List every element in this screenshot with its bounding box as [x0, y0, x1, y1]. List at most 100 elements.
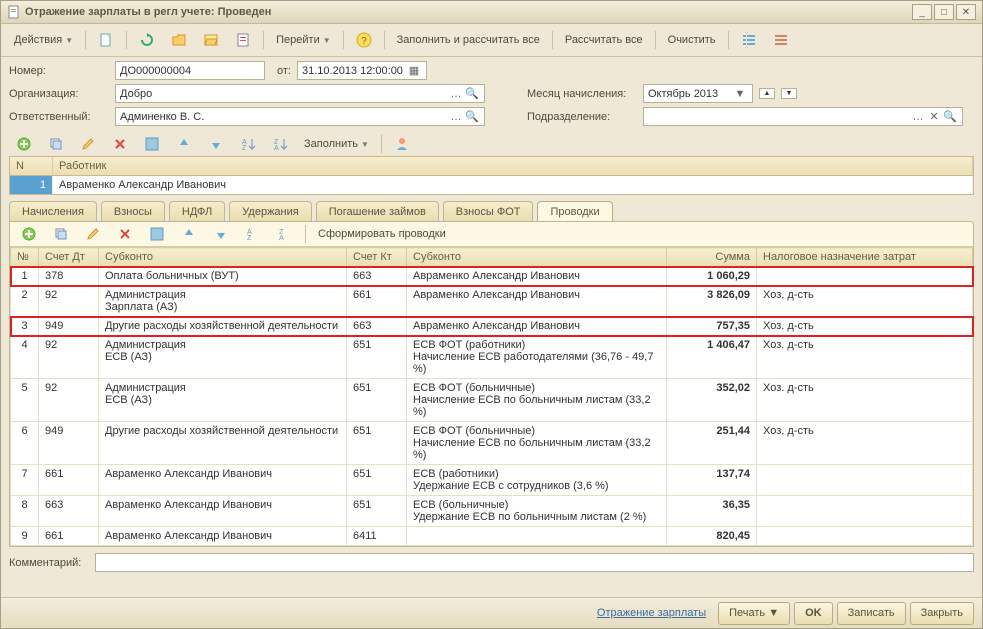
close-button[interactable]: Закрыть	[910, 602, 974, 625]
tab-accruals[interactable]: Начисления	[9, 201, 97, 221]
resp-label: Ответственный:	[9, 111, 109, 123]
entry-row[interactable]: 3949Другие расходы хозяйственной деятель…	[11, 317, 973, 336]
col-sum[interactable]: Сумма	[667, 248, 757, 267]
tab-contributions[interactable]: Взносы	[101, 201, 165, 221]
actions-menu[interactable]: Действия▼	[7, 28, 80, 52]
add-row-button[interactable]	[9, 132, 39, 156]
move-down-button[interactable]	[201, 132, 231, 156]
move-up-button[interactable]	[169, 132, 199, 156]
move-up-entry-button[interactable]	[174, 222, 204, 246]
tab-loans[interactable]: Погашение займов	[316, 201, 439, 221]
spin-down-icon[interactable]: ▼	[781, 88, 797, 99]
ok-button[interactable]: OK	[794, 602, 833, 625]
tab-entries[interactable]: Проводки	[537, 201, 612, 221]
workers-grid: N Работник 1 Авраменко Александр Иванови…	[9, 156, 974, 195]
svg-text:A: A	[279, 235, 284, 242]
entries-grid: № Счет Дт Субконто Счет Кт Субконто Сумм…	[10, 246, 973, 546]
date-input[interactable]: 31.10.2013 12:00:00▦	[297, 61, 427, 80]
window-title: Отражение зарплаты в регл учете: Проведе…	[25, 6, 271, 18]
worker-row[interactable]: 1 Авраменко Александр Иванович	[10, 176, 973, 194]
org-input[interactable]: Добро…🔍	[115, 84, 485, 103]
svg-text:?: ?	[361, 36, 367, 47]
tab-fot[interactable]: Взносы ФОТ	[443, 201, 534, 221]
icon-folder[interactable]	[164, 28, 194, 52]
save-button[interactable]: Записать	[837, 602, 906, 625]
copy-row-button[interactable]	[41, 132, 71, 156]
entry-row[interactable]: 1378Оплата больничных (ВУТ)663Авраменко …	[11, 267, 973, 286]
minimize-button[interactable]: _	[912, 4, 932, 20]
make-entries-button[interactable]: Сформировать проводки	[311, 222, 453, 246]
search-icon[interactable]: 🔍	[464, 110, 480, 123]
grid-entry-button[interactable]	[142, 222, 172, 246]
select-icon[interactable]: …	[448, 88, 464, 100]
month-input[interactable]: Октябрь 2013▼	[643, 84, 753, 103]
icon-list1[interactable]	[734, 28, 764, 52]
sort-desc-entry-button[interactable]: ZA	[270, 222, 300, 246]
col-dt[interactable]: Счет Дт	[39, 248, 99, 267]
fill-calc-all-button[interactable]: Заполнить и рассчитать все	[390, 28, 547, 52]
delete-entry-button[interactable]	[110, 222, 140, 246]
number-label: Номер:	[9, 65, 109, 77]
edit-entry-button[interactable]	[78, 222, 108, 246]
icon-refresh[interactable]	[132, 28, 162, 52]
col-n[interactable]: N	[10, 157, 53, 175]
number-input[interactable]: ДО000000004	[115, 61, 265, 80]
entry-row[interactable]: 7661Авраменко Александр Иванович651ЕСВ (…	[11, 465, 973, 496]
edit-row-button[interactable]	[73, 132, 103, 156]
svg-text:Z: Z	[242, 145, 247, 152]
col-sub2[interactable]: Субконто	[407, 248, 667, 267]
tab-ndfl[interactable]: НДФЛ	[169, 201, 225, 221]
spin-up-icon[interactable]: ▲	[759, 88, 775, 99]
div-label: Подразделение:	[527, 111, 637, 123]
entry-row[interactable]: 592АдминистрацияЕСВ (АЗ)651ЕСВ ФОТ (боль…	[11, 379, 973, 422]
select-icon[interactable]: …	[448, 111, 464, 123]
icon-new[interactable]	[91, 28, 121, 52]
copy-entry-button[interactable]	[46, 222, 76, 246]
col-kt[interactable]: Счет Кт	[347, 248, 407, 267]
calendar-icon[interactable]: ▦	[406, 64, 422, 77]
sort-desc-button[interactable]: ZA	[265, 132, 295, 156]
comment-row: Комментарий:	[1, 547, 982, 578]
month-label: Месяц начисления:	[527, 88, 637, 100]
add-entry-button[interactable]	[14, 222, 44, 246]
clear-button[interactable]: Очистить	[661, 28, 723, 52]
date-label: от:	[271, 65, 291, 77]
icon-list2[interactable]	[766, 28, 796, 52]
entry-row[interactable]: 6949Другие расходы хозяйственной деятель…	[11, 422, 973, 465]
entry-row[interactable]: 492АдминистрацияЕСВ (АЗ)651ЕСВ ФОТ (рабо…	[11, 336, 973, 379]
comment-input[interactable]	[95, 553, 974, 572]
print-button[interactable]: Печать ▼	[718, 602, 790, 625]
entry-row[interactable]: 9661Авраменко Александр Иванович6411820,…	[11, 527, 973, 546]
sort-asc-entry-button[interactable]: AZ	[238, 222, 268, 246]
tab-deductions[interactable]: Удержания	[229, 201, 311, 221]
goto-menu[interactable]: Перейти▼	[269, 28, 338, 52]
select-icon[interactable]: …	[910, 111, 926, 123]
close-window-button[interactable]: ✕	[956, 4, 976, 20]
maximize-button[interactable]: □	[934, 4, 954, 20]
tab-panel: AZ ZA Сформировать проводки № Счет Дт Су…	[9, 221, 974, 547]
clear-icon[interactable]: ✕	[926, 110, 942, 123]
icon-grid[interactable]	[137, 132, 167, 156]
move-down-entry-button[interactable]	[206, 222, 236, 246]
dropdown-icon[interactable]: ▼	[732, 88, 748, 100]
div-input[interactable]: …✕🔍	[643, 107, 963, 126]
entry-row[interactable]: 292АдминистрацияЗарплата (АЗ)661Авраменк…	[11, 286, 973, 317]
fill-menu[interactable]: Заполнить▼	[297, 132, 376, 156]
search-icon[interactable]: 🔍	[464, 87, 480, 100]
calc-all-button[interactable]: Рассчитать все	[558, 28, 650, 52]
person-icon-button[interactable]	[387, 132, 417, 156]
doc-icon	[7, 5, 21, 19]
sort-asc-button[interactable]: AZ	[233, 132, 263, 156]
icon-reg[interactable]	[228, 28, 258, 52]
col-tax[interactable]: Налоговое назначение затрат	[757, 248, 973, 267]
col-sub1[interactable]: Субконто	[99, 248, 347, 267]
reflection-link[interactable]: Отражение зарплаты	[597, 607, 706, 619]
col-worker[interactable]: Работник	[53, 157, 973, 175]
search-icon[interactable]: 🔍	[942, 110, 958, 123]
help-button[interactable]: ?	[349, 28, 379, 52]
col-n[interactable]: №	[11, 248, 39, 267]
resp-input[interactable]: Админенко В. С.…🔍	[115, 107, 485, 126]
entry-row[interactable]: 8663Авраменко Александр Иванович651ЕСВ (…	[11, 496, 973, 527]
delete-row-button[interactable]	[105, 132, 135, 156]
icon-open[interactable]	[196, 28, 226, 52]
